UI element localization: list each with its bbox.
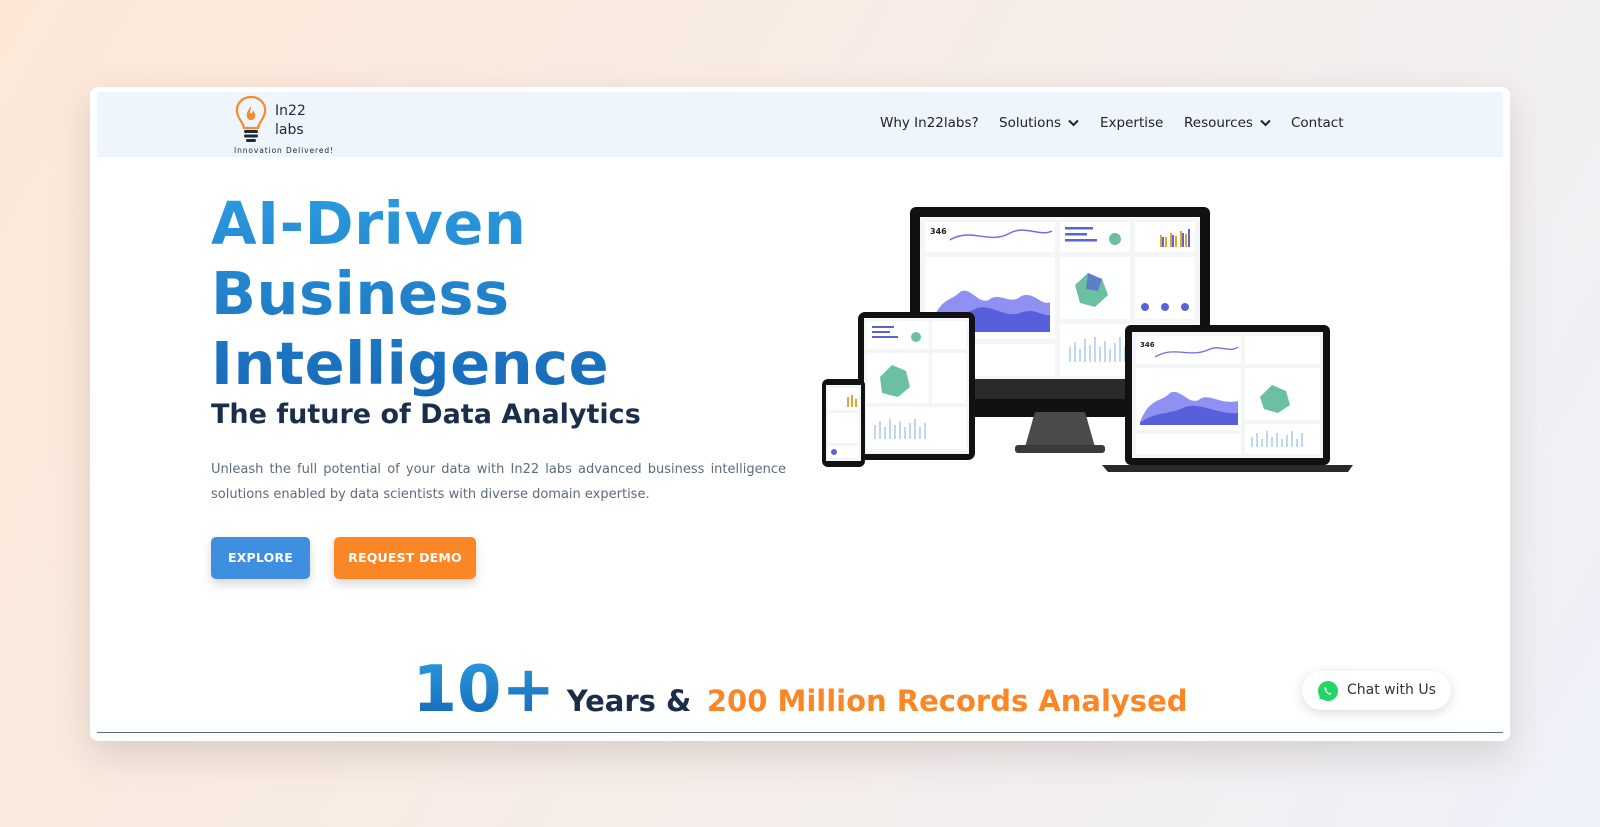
nav-item-resources[interactable]: Resources [1184, 115, 1271, 131]
laptop-mockup: 346 [1102, 325, 1353, 472]
phone-mockup [822, 379, 865, 467]
nav-item-solutions[interactable]: Solutions [999, 115, 1080, 131]
brand-logo[interactable]: In22 labs Innovation Delivered! [232, 94, 333, 156]
nav-item-why-in22labs[interactable]: Why In22labs? [880, 115, 979, 131]
hero-title-line: Business [211, 259, 510, 328]
svg-text:346: 346 [930, 227, 947, 236]
navbar: In22 labs Innovation Delivered! Why In22… [97, 92, 1503, 157]
nav-item-label: Resources [1184, 115, 1253, 131]
brand-name-line2: labs [275, 122, 304, 138]
nav-item-label: Expertise [1100, 115, 1164, 131]
whatsapp-icon [1318, 681, 1338, 701]
section-divider [97, 732, 1503, 733]
browser-frame: In22 labs Innovation Delivered! Why In22… [90, 87, 1510, 741]
hero-description: Unleash the full potential of your data … [211, 462, 786, 502]
nav-item-expertise[interactable]: Expertise [1100, 115, 1163, 131]
tablet-mockup [858, 312, 975, 460]
dashboard-devices-image: 346 346 [822, 207, 1353, 472]
stats-records-label: 200 Million Records Analysed [706, 684, 1188, 718]
stats-headline: 10+ Years & 200 Million Records Analysed [90, 653, 1510, 727]
chat-label: Chat with Us [1347, 682, 1436, 698]
hero-title-line: AI-Driven [211, 189, 527, 258]
chevron-down-icon [1068, 119, 1080, 127]
chat-with-us-button[interactable]: Chat with Us [1302, 671, 1451, 710]
nav-item-label: Why In22labs? [880, 115, 979, 131]
svg-text:346: 346 [1140, 341, 1155, 349]
request-demo-button[interactable]: REQUEST DEMO [334, 537, 476, 579]
stats-number: 10+ [412, 653, 556, 727]
hero-subtitle: The future of Data Analytics [211, 399, 641, 430]
stats-years-label: Years & [566, 684, 692, 718]
brand-name-line1: In22 [275, 103, 306, 119]
chevron-down-icon [1260, 119, 1271, 127]
nav-item-label: Contact [1291, 115, 1344, 131]
brand-tagline: Innovation Delivered! [234, 146, 334, 155]
brand-name: In22 labs [275, 102, 306, 140]
hero-title-line: Intelligence [211, 329, 610, 398]
explore-button[interactable]: EXPLORE [211, 537, 310, 579]
hero-title: AI-Driven Business Intelligence [211, 189, 609, 399]
nav-item-label: Solutions [999, 115, 1062, 131]
nav-item-contact[interactable]: Contact [1291, 115, 1344, 131]
lightbulb-flame-icon [235, 95, 267, 142]
